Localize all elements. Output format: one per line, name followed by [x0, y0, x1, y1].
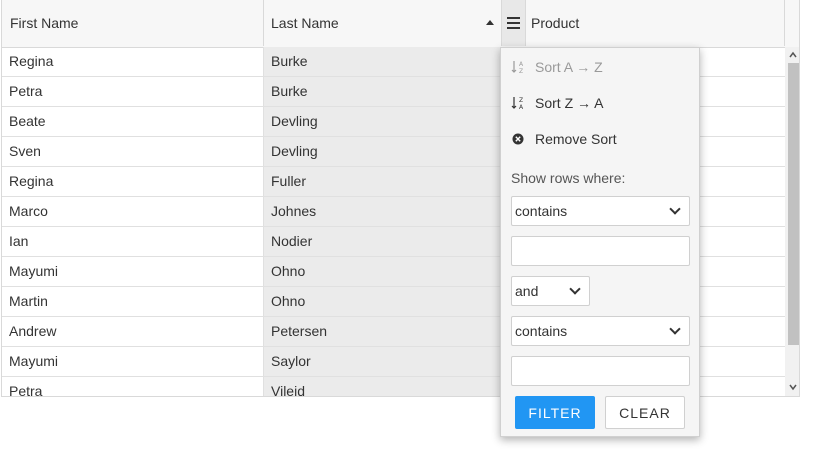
column-header-label: Product — [531, 15, 580, 31]
column-header-last-name[interactable]: Last Name — [264, 0, 502, 46]
cell-first-name[interactable]: Petra — [2, 77, 264, 106]
cell-first-name[interactable]: Sven — [2, 137, 264, 166]
cell-first-name[interactable]: Mayumi — [2, 347, 264, 376]
cell-last-name[interactable]: Devling — [264, 107, 502, 136]
filter-condition-2-select[interactable]: contains — [511, 316, 690, 346]
grid-header: First Name Last Name Product — [2, 0, 799, 48]
cell-first-name[interactable]: Regina — [2, 47, 264, 76]
vertical-scrollbar[interactable] — [785, 47, 799, 396]
filter-value-2-input[interactable] — [511, 356, 690, 386]
chevron-down-icon — [669, 323, 681, 335]
cell-last-name[interactable]: Ohno — [264, 287, 502, 316]
cell-last-name[interactable]: Fuller — [264, 167, 502, 196]
sort-ascending-label: Sort A → Z — [535, 59, 603, 75]
filter-operator-value: and — [515, 283, 539, 299]
cell-first-name[interactable]: Andrew — [2, 317, 264, 346]
cell-first-name[interactable]: Marco — [2, 197, 264, 226]
filter-condition-1-select[interactable]: contains — [511, 196, 690, 226]
sort-descending-label: Sort Z → A — [535, 95, 604, 111]
sort-ascending-icon — [486, 20, 494, 25]
remove-sort-item[interactable]: Remove Sort — [501, 122, 699, 156]
column-menu-button[interactable] — [502, 0, 526, 46]
svg-text:A: A — [519, 61, 524, 68]
filter-condition-1-value: contains — [515, 203, 568, 219]
filter-operator-select[interactable]: and — [511, 276, 590, 306]
remove-circle-icon — [512, 133, 524, 145]
cell-first-name[interactable]: Mayumi — [2, 257, 264, 286]
cell-last-name[interactable]: Petersen — [264, 317, 502, 346]
column-header-label: First Name — [10, 15, 79, 31]
cell-last-name[interactable]: Nodier — [264, 227, 502, 256]
sort-descending-item[interactable]: ZA Sort Z → A — [501, 86, 699, 120]
scroll-up-icon[interactable] — [789, 51, 797, 59]
cell-first-name[interactable]: Martin — [2, 287, 264, 316]
filter-button[interactable]: FILTER — [515, 396, 595, 429]
cell-first-name[interactable]: Regina — [2, 167, 264, 196]
sort-descending-icon: ZA — [511, 97, 524, 111]
filter-condition-2-value: contains — [515, 323, 568, 339]
cell-last-name[interactable]: Burke — [264, 47, 502, 76]
cell-last-name[interactable]: Saylor — [264, 347, 502, 376]
chevron-down-icon — [569, 283, 581, 295]
filter-value-1-input[interactable] — [511, 236, 690, 266]
cell-first-name[interactable]: Petra — [2, 377, 264, 396]
remove-sort-label: Remove Sort — [535, 131, 617, 147]
column-header-first-name[interactable]: First Name — [2, 0, 264, 46]
svg-text:Z: Z — [519, 97, 523, 104]
chevron-down-icon — [669, 203, 681, 215]
column-header-label: Last Name — [271, 15, 339, 31]
svg-text:A: A — [519, 104, 524, 111]
sort-options: AZ Sort A → Z ZA Sort Z → A Remove Sort — [501, 48, 699, 160]
sort-ascending-icon: AZ — [511, 61, 524, 75]
cell-last-name[interactable]: Vileid — [264, 377, 502, 396]
cell-first-name[interactable]: Ian — [2, 227, 264, 256]
header-spacer — [785, 0, 799, 46]
column-menu-popup: AZ Sort A → Z ZA Sort Z → A Remove Sort … — [500, 47, 700, 437]
cell-last-name[interactable]: Devling — [264, 137, 502, 166]
sort-ascending-item[interactable]: AZ Sort A → Z — [501, 50, 699, 84]
column-header-product[interactable]: Product — [526, 0, 785, 46]
cell-last-name[interactable]: Ohno — [264, 257, 502, 286]
cell-last-name[interactable]: Johnes — [264, 197, 502, 226]
cell-last-name[interactable]: Burke — [264, 77, 502, 106]
svg-text:Z: Z — [519, 68, 523, 75]
clear-button[interactable]: CLEAR — [605, 396, 685, 429]
cell-first-name[interactable]: Beate — [2, 107, 264, 136]
show-rows-label: Show rows where: — [511, 170, 626, 186]
scrollbar-thumb[interactable] — [788, 63, 799, 345]
hamburger-icon — [507, 17, 520, 29]
scroll-down-icon[interactable] — [789, 383, 797, 391]
filter-options: Show rows where: contains and contains F… — [501, 159, 699, 436]
